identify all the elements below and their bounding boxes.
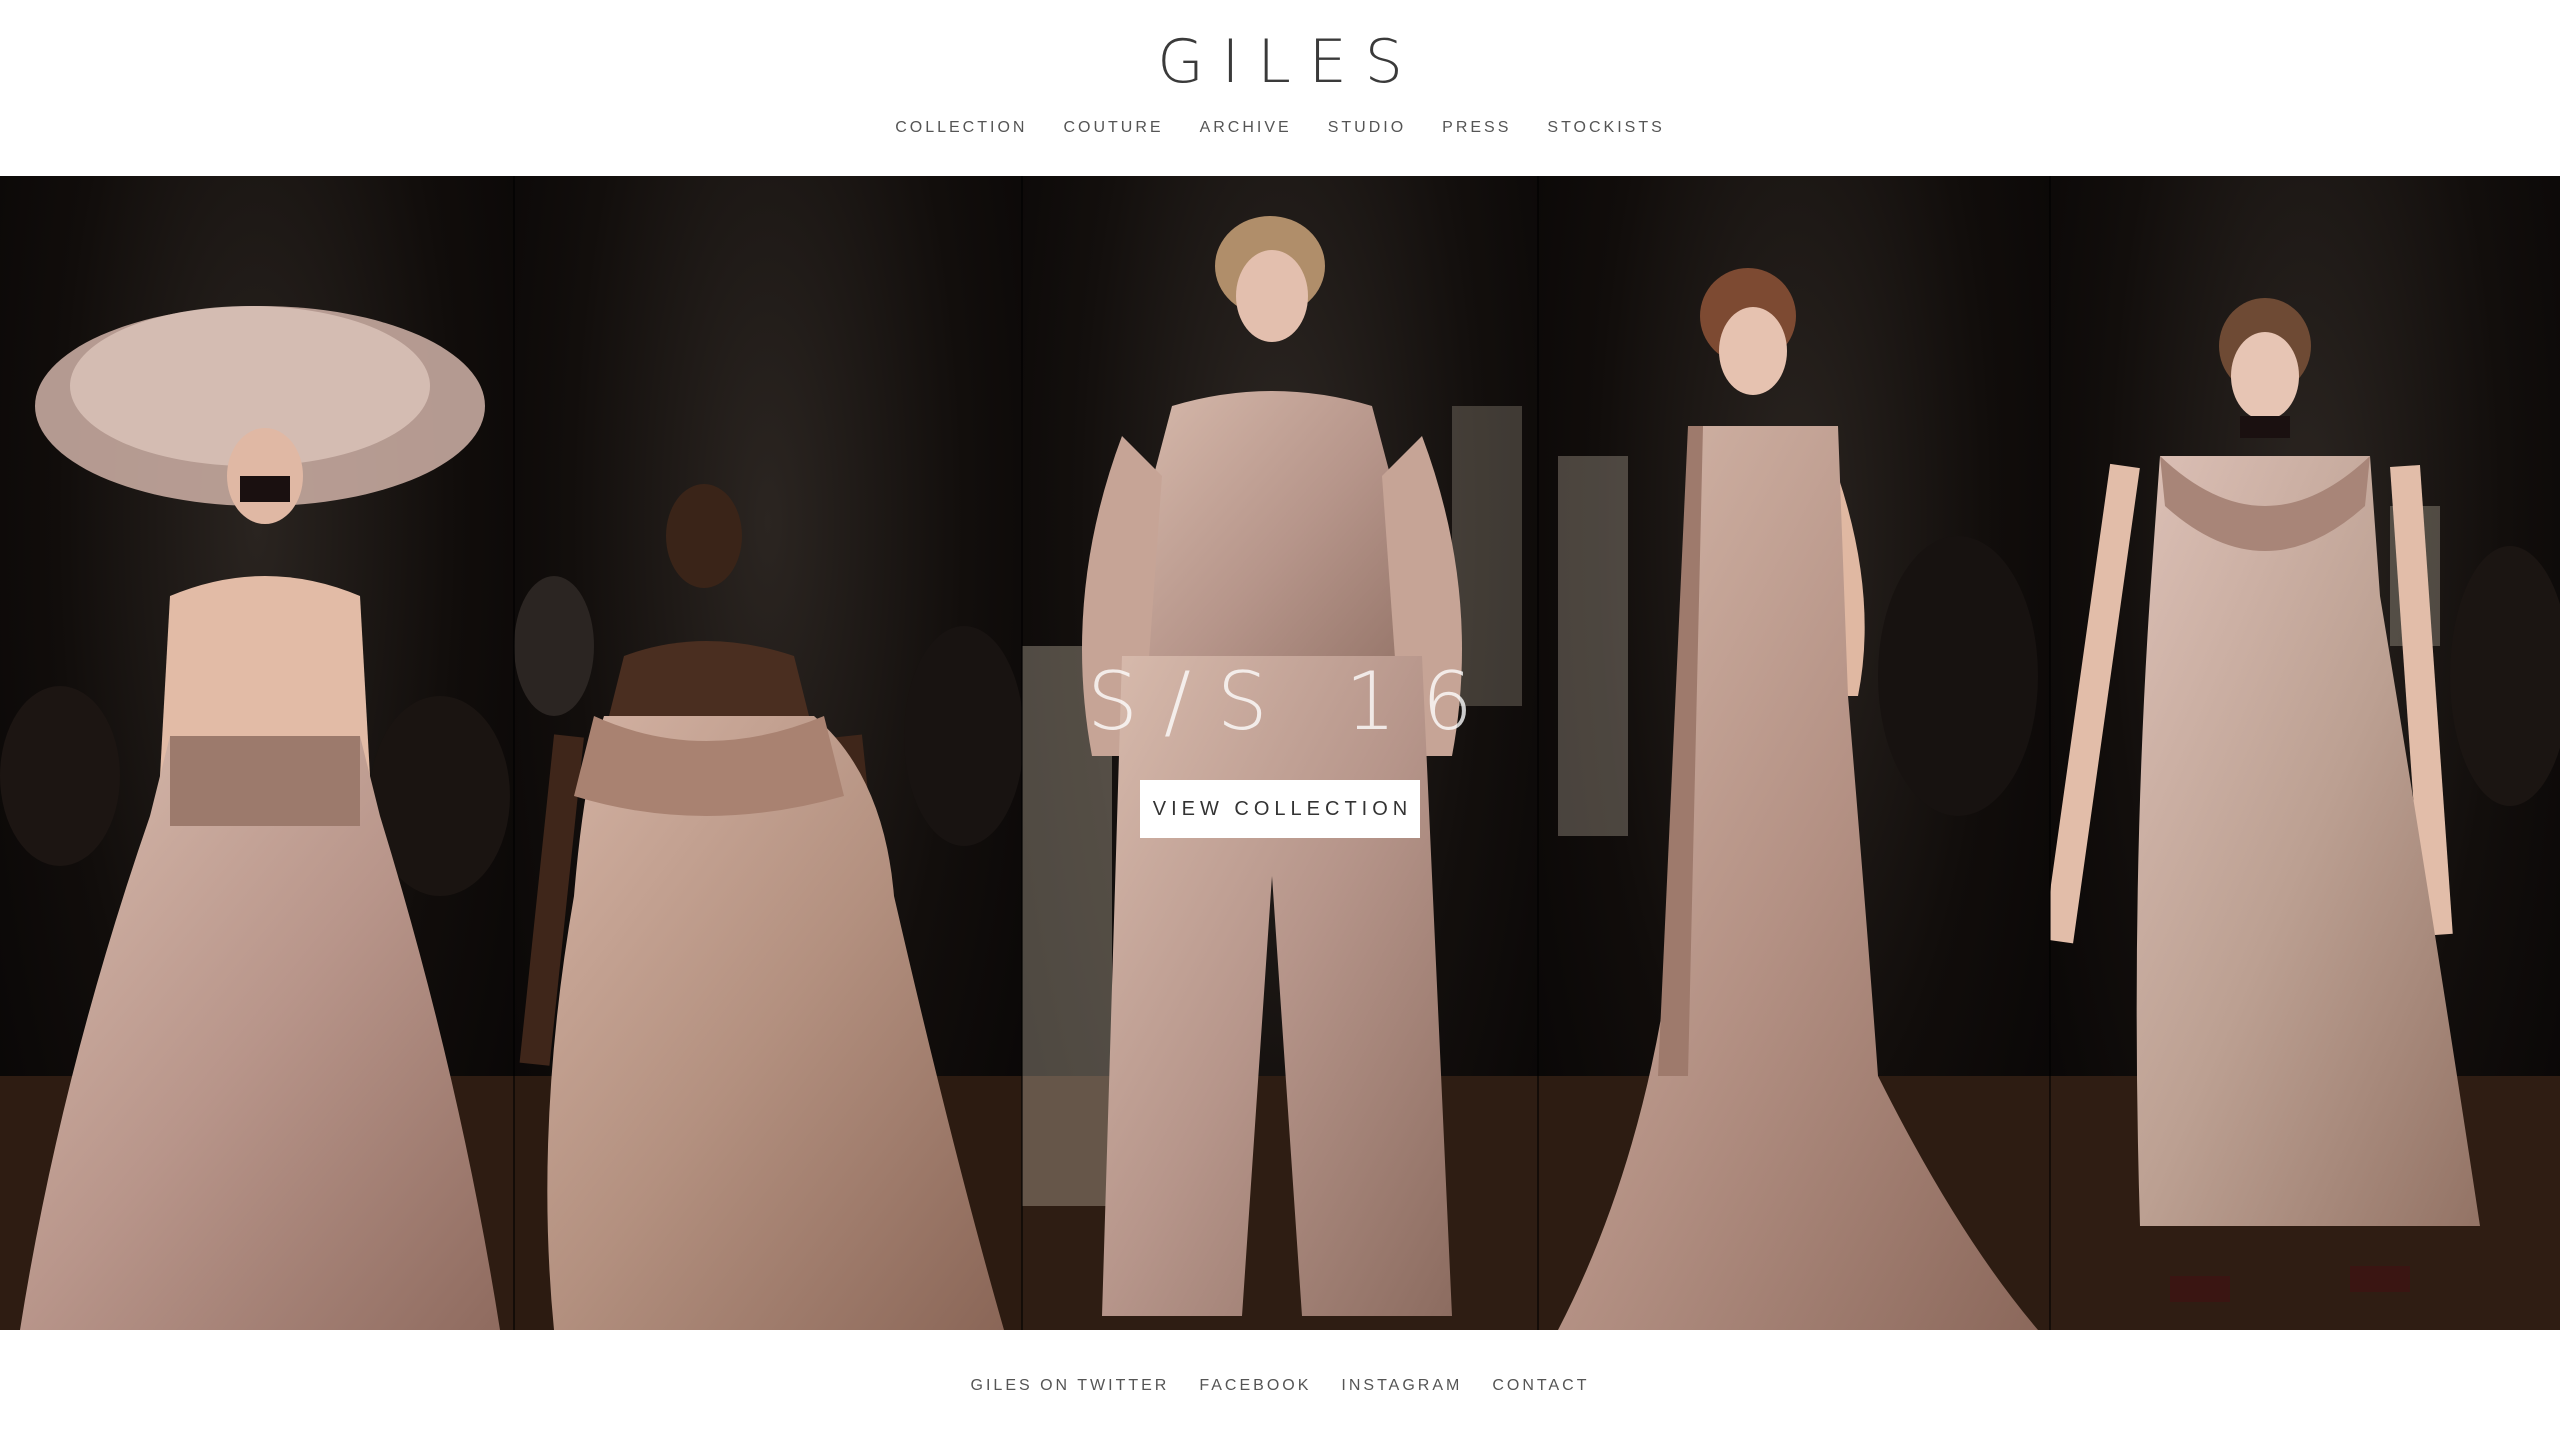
season-title: S/S 16	[1087, 655, 1499, 748]
look-5-figure	[2050, 298, 2560, 1330]
footer-link-facebook[interactable]: FACEBOOK	[1199, 1374, 1311, 1398]
panel-divider	[1021, 176, 1023, 1330]
site-footer: GILES ON TWITTER FACEBOOK INSTAGRAM CONT…	[0, 1330, 2560, 1440]
panel-divider	[1537, 176, 1539, 1330]
view-collection-button[interactable]: VIEW COLLECTION	[1140, 780, 1420, 838]
panel-divider	[2049, 176, 2051, 1330]
runway-look-4-image[interactable]	[1538, 176, 2050, 1330]
site-header: GILES COLLECTION COUTURE ARCHIVE STUDIO …	[0, 0, 2560, 176]
hero-collage: S/S 16 VIEW COLLECTION	[0, 176, 2560, 1330]
nav-item-studio[interactable]: STUDIO	[1328, 116, 1406, 140]
nav-item-archive[interactable]: ARCHIVE	[1200, 116, 1292, 140]
footer-link-twitter[interactable]: GILES ON TWITTER	[971, 1374, 1170, 1398]
footer-links: GILES ON TWITTER FACEBOOK INSTAGRAM CONT…	[0, 1374, 2560, 1398]
nav-item-stockists[interactable]: STOCKISTS	[1547, 116, 1664, 140]
runway-look-5-image[interactable]	[2050, 176, 2560, 1330]
brand-logo[interactable]: GILES	[0, 26, 2560, 98]
look-4-figure	[1538, 268, 2050, 1330]
look-3-figure	[1022, 216, 1538, 1330]
footer-link-instagram[interactable]: INSTAGRAM	[1341, 1374, 1462, 1398]
runway-look-1-image[interactable]	[0, 176, 514, 1330]
panel-divider	[513, 176, 515, 1330]
nav-item-collection[interactable]: COLLECTION	[895, 116, 1027, 140]
look-1-figure	[0, 306, 514, 1330]
footer-link-contact[interactable]: CONTACT	[1492, 1374, 1589, 1398]
look-2-figure	[514, 484, 1022, 1330]
nav-item-press[interactable]: PRESS	[1442, 116, 1511, 140]
runway-look-2-image[interactable]	[514, 176, 1022, 1330]
runway-look-3-image[interactable]	[1022, 176, 1538, 1330]
main-nav: COLLECTION COUTURE ARCHIVE STUDIO PRESS …	[0, 116, 2560, 140]
nav-item-couture[interactable]: COUTURE	[1063, 116, 1163, 140]
